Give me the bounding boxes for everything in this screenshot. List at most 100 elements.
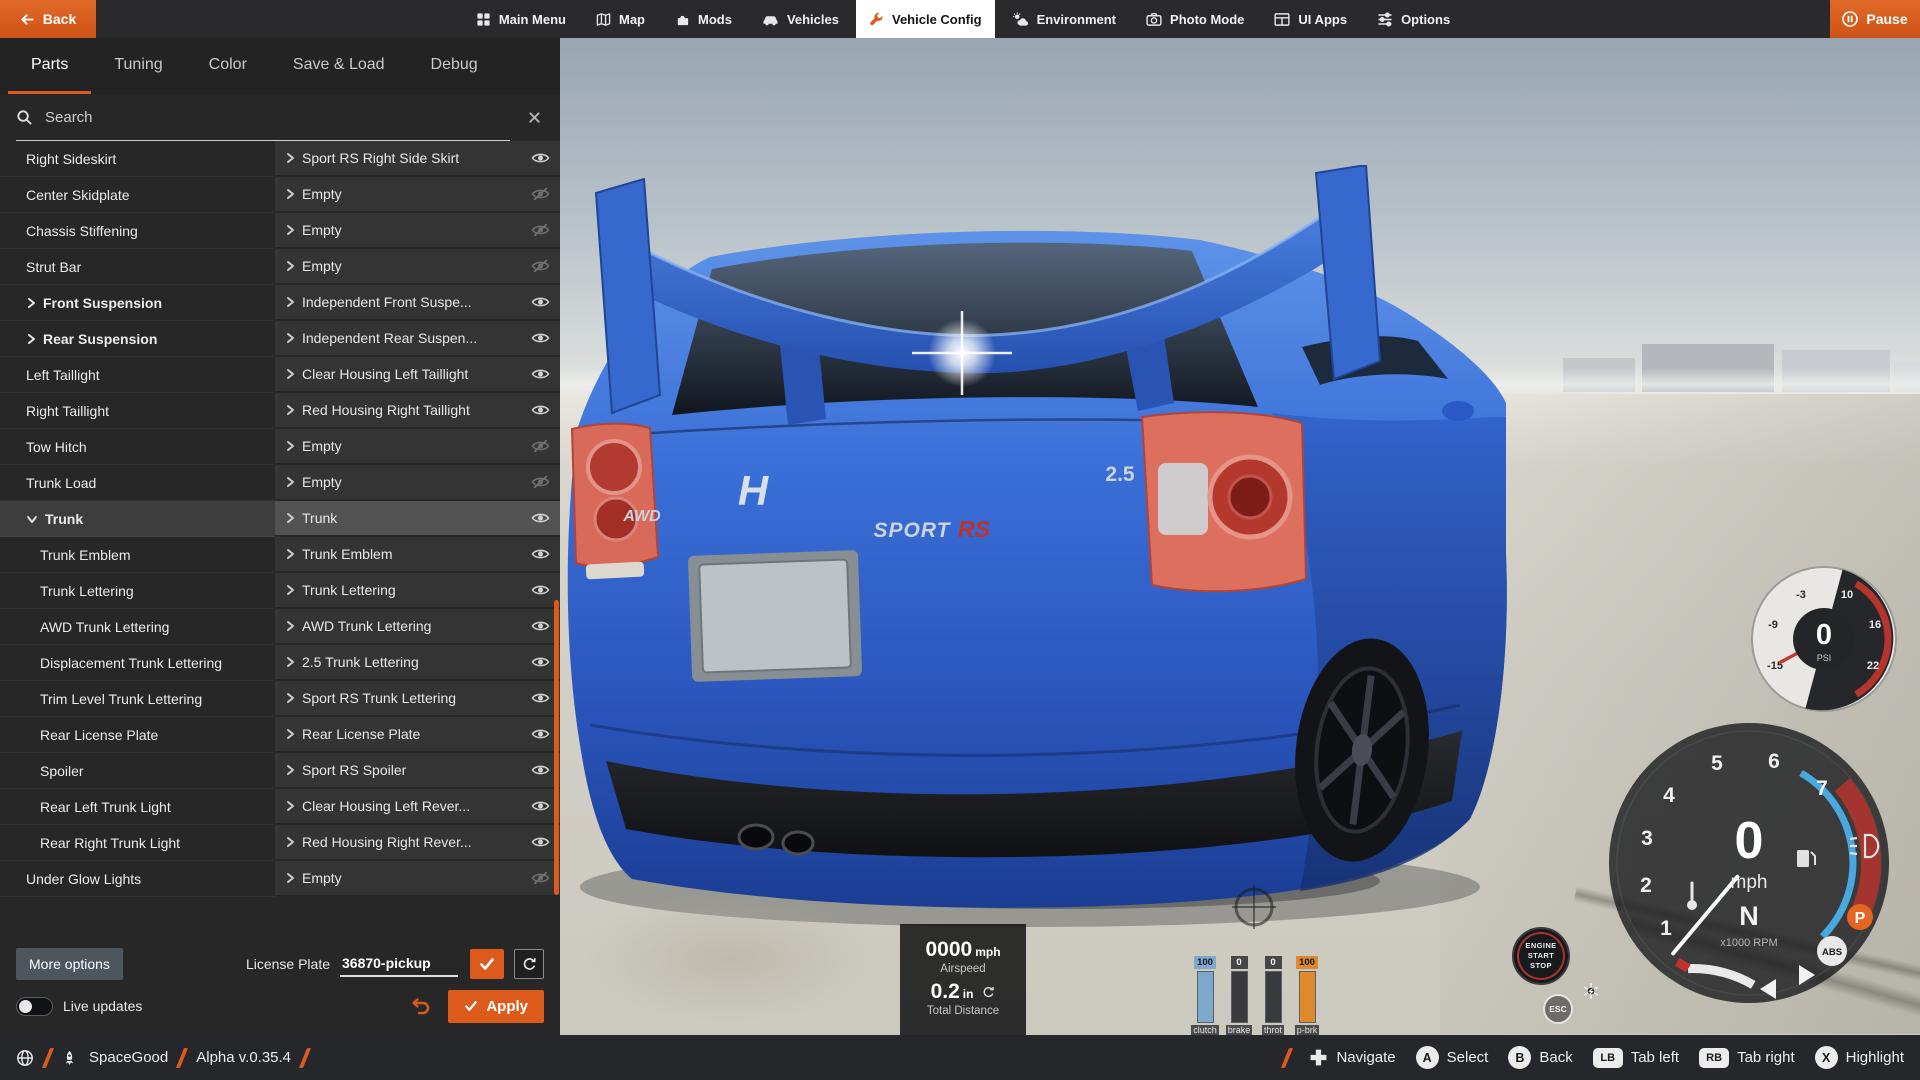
- visibility-eye-icon[interactable]: [526, 330, 554, 346]
- tab-parts[interactable]: Parts: [8, 38, 91, 94]
- topbar-item-map[interactable]: Map: [583, 0, 658, 38]
- visibility-eye-icon[interactable]: [526, 834, 554, 850]
- topbar-item-mods[interactable]: Mods: [662, 0, 745, 38]
- license-plate-generate-button[interactable]: [514, 949, 544, 979]
- visibility-eye-icon[interactable]: [526, 762, 554, 778]
- live-updates-toggle[interactable]: [16, 997, 53, 1016]
- part-slot-displacement-trunk-lettering[interactable]: Displacement Trunk Lettering: [0, 645, 275, 681]
- visibility-eye-off-icon[interactable]: [526, 474, 554, 490]
- part-slot-awd-trunk-lettering[interactable]: AWD Trunk Lettering: [0, 609, 275, 645]
- svg-text:16: 16: [1869, 619, 1881, 631]
- part-option-trunk-lettering[interactable]: Trunk Lettering: [275, 573, 560, 609]
- part-slot-trim-level-trunk-lettering[interactable]: Trim Level Trunk Lettering: [0, 681, 275, 717]
- visibility-eye-icon[interactable]: [526, 546, 554, 562]
- license-plate-input[interactable]: [340, 951, 458, 977]
- visibility-eye-off-icon[interactable]: [526, 438, 554, 454]
- visibility-eye-off-icon[interactable]: [526, 258, 554, 274]
- part-option-center-skidplate[interactable]: Empty: [275, 177, 560, 213]
- part-slot-front-suspension[interactable]: Front Suspension: [0, 285, 275, 321]
- visibility-eye-icon[interactable]: [526, 510, 554, 526]
- visibility-eye-icon[interactable]: [526, 654, 554, 670]
- language-globe-icon[interactable]: [16, 1049, 34, 1067]
- top-menu-bar: Back Main MenuMapModsVehiclesVehicle Con…: [0, 0, 1920, 38]
- part-slot-rear-right-trunk-light[interactable]: Rear Right Trunk Light: [0, 825, 275, 861]
- part-slot-tow-hitch[interactable]: Tow Hitch: [0, 429, 275, 465]
- visibility-eye-icon[interactable]: [526, 366, 554, 382]
- topbar-item-environment[interactable]: Environment: [999, 0, 1129, 38]
- visibility-eye-icon[interactable]: [526, 402, 554, 418]
- tab-debug[interactable]: Debug: [408, 38, 501, 94]
- engine-start-stop-button[interactable]: ENGINE START STOP: [1512, 927, 1570, 985]
- part-option-rear-suspension[interactable]: Independent Rear Suspen...: [275, 321, 560, 357]
- part-slot-trunk[interactable]: Trunk: [0, 501, 275, 537]
- pedal-gauge-p-brk: 100p-brk: [1295, 956, 1320, 1035]
- part-slot-rear-license-plate[interactable]: Rear License Plate: [0, 717, 275, 753]
- visibility-eye-icon[interactable]: [526, 798, 554, 814]
- part-slot-rear-left-trunk-light[interactable]: Rear Left Trunk Light: [0, 789, 275, 825]
- visibility-eye-icon[interactable]: [526, 726, 554, 742]
- part-slot-spoiler[interactable]: Spoiler: [0, 753, 275, 789]
- undo-button[interactable]: [410, 997, 432, 1015]
- part-option-right-taillight[interactable]: Red Housing Right Taillight: [275, 393, 560, 429]
- part-slot-right-taillight[interactable]: Right Taillight: [0, 393, 275, 429]
- tab-tuning[interactable]: Tuning: [91, 38, 185, 94]
- visibility-eye-off-icon[interactable]: [526, 186, 554, 202]
- part-option-right-sideskirt[interactable]: Sport RS Right Side Skirt: [275, 141, 560, 177]
- visibility-eye-icon[interactable]: [526, 618, 554, 634]
- topbar-item-photo-mode[interactable]: Photo Mode: [1133, 0, 1257, 38]
- part-slot-center-skidplate[interactable]: Center Skidplate: [0, 177, 275, 213]
- visibility-eye-icon[interactable]: [526, 690, 554, 706]
- search-input[interactable]: [45, 109, 510, 126]
- part-option-trunk-emblem[interactable]: Trunk Emblem: [275, 537, 560, 573]
- part-slot-rear-suspension[interactable]: Rear Suspension: [0, 321, 275, 357]
- topbar-item-main-menu[interactable]: Main Menu: [463, 0, 579, 38]
- back-button[interactable]: Back: [0, 0, 96, 38]
- visibility-eye-icon[interactable]: [526, 582, 554, 598]
- tab-color[interactable]: Color: [186, 38, 270, 94]
- visibility-eye-icon[interactable]: [526, 294, 554, 310]
- topbar-item-ui-apps[interactable]: UI Apps: [1261, 0, 1360, 38]
- part-slot-trunk-emblem[interactable]: Trunk Emblem: [0, 537, 275, 573]
- part-option-tow-hitch[interactable]: Empty: [275, 429, 560, 465]
- tab-save-load[interactable]: Save & Load: [270, 38, 408, 94]
- pedal-bar: [1197, 971, 1214, 1023]
- svg-text:1: 1: [1660, 917, 1672, 940]
- part-option-trunk[interactable]: Trunk: [275, 501, 560, 537]
- svg-text:P: P: [1855, 910, 1866, 927]
- part-option-under-glow-lights[interactable]: Empty: [275, 861, 560, 897]
- part-option-rear-license-plate[interactable]: Rear License Plate: [275, 717, 560, 753]
- topbar-item-vehicle-config[interactable]: Vehicle Config: [856, 0, 995, 38]
- part-option-trim-level-trunk-lettering[interactable]: Sport RS Trunk Lettering: [275, 681, 560, 717]
- visibility-eye-icon[interactable]: [526, 150, 554, 166]
- apply-button[interactable]: Apply: [448, 990, 544, 1023]
- part-option-front-suspension[interactable]: Independent Front Suspe...: [275, 285, 560, 321]
- part-option-left-taillight[interactable]: Clear Housing Left Taillight: [275, 357, 560, 393]
- part-option-spoiler[interactable]: Sport RS Spoiler: [275, 753, 560, 789]
- part-option-awd-trunk-lettering[interactable]: AWD Trunk Lettering: [275, 609, 560, 645]
- clear-search-icon[interactable]: [522, 111, 546, 124]
- part-slot-strut-bar[interactable]: Strut Bar: [0, 249, 275, 285]
- license-plate-confirm-button[interactable]: [470, 949, 504, 979]
- pause-button[interactable]: Pause: [1830, 0, 1920, 38]
- part-option-rear-right-trunk-light[interactable]: Red Housing Right Rever...: [275, 825, 560, 861]
- part-slot-trunk-lettering[interactable]: Trunk Lettering: [0, 573, 275, 609]
- scrollbar[interactable]: [554, 600, 559, 895]
- part-slot-right-sideskirt[interactable]: Right Sideskirt: [0, 141, 275, 177]
- part-option-trunk-load[interactable]: Empty: [275, 465, 560, 501]
- topbar-item-vehicles[interactable]: Vehicles: [749, 0, 852, 38]
- pedal-bar: [1231, 971, 1248, 1023]
- reset-distance-icon[interactable]: [982, 986, 995, 999]
- part-slot-under-glow-lights[interactable]: Under Glow Lights: [0, 861, 275, 897]
- part-slot-trunk-load[interactable]: Trunk Load: [0, 465, 275, 501]
- part-option-rear-left-trunk-light[interactable]: Clear Housing Left Rever...: [275, 789, 560, 825]
- part-slot-chassis-stiffening[interactable]: Chassis Stiffening: [0, 213, 275, 249]
- part-option-chassis-stiffening[interactable]: Empty: [275, 213, 560, 249]
- part-option-displacement-trunk-lettering[interactable]: 2.5 Trunk Lettering: [275, 645, 560, 681]
- topbar-item-options[interactable]: Options: [1364, 0, 1463, 38]
- visibility-eye-off-icon[interactable]: [526, 222, 554, 238]
- visibility-eye-off-icon[interactable]: [526, 870, 554, 886]
- panel-footer: More options License Plate Live updates …: [0, 935, 560, 1035]
- more-options-button[interactable]: More options: [16, 948, 123, 980]
- part-slot-left-taillight[interactable]: Left Taillight: [0, 357, 275, 393]
- part-option-strut-bar[interactable]: Empty: [275, 249, 560, 285]
